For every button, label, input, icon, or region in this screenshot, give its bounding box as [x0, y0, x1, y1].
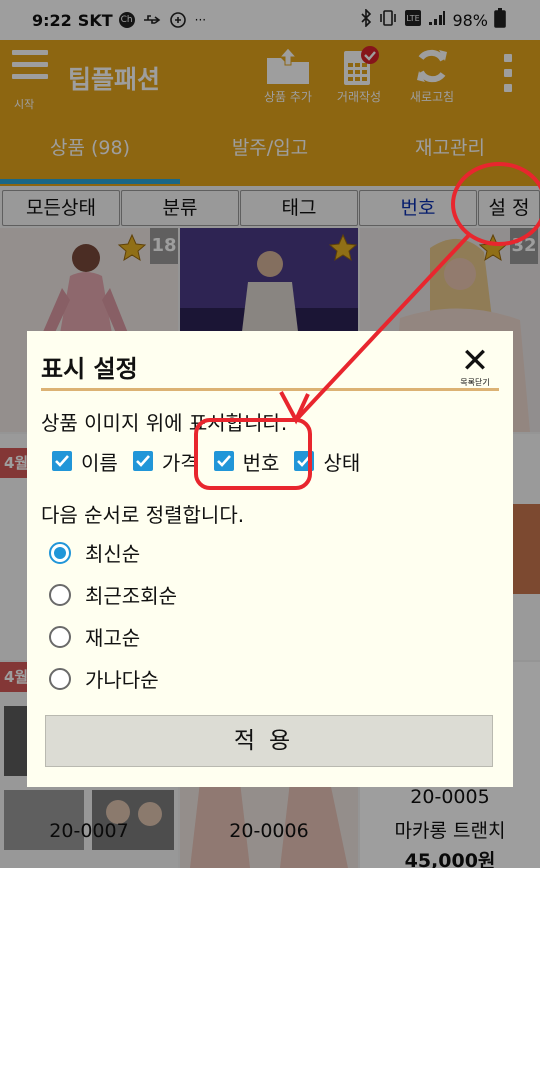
checkbox-checked-icon: [294, 451, 315, 471]
radio-stock[interactable]: 재고순: [49, 622, 140, 651]
display-settings-dialog: 표시 설정 ✕ 목록닫기 상품 이미지 위에 표시합니다. 이름 가격 번호 상…: [27, 331, 513, 787]
radio-unselected-icon: [49, 667, 71, 690]
dialog-title: 표시 설정: [41, 355, 138, 383]
checkbox-name[interactable]: 이름: [51, 447, 118, 476]
display-section-label: 상품 이미지 위에 표시합니다.: [41, 411, 288, 435]
radio-alphabetical-label: 가나다순: [85, 668, 159, 692]
checkbox-status[interactable]: 상태: [293, 447, 360, 476]
checkbox-number[interactable]: 번호: [213, 447, 280, 476]
radio-alphabetical[interactable]: 가나다순: [49, 664, 159, 693]
close-dialog-button[interactable]: ✕ 목록닫기: [453, 341, 497, 387]
radio-newest-label: 최신순: [85, 542, 141, 566]
radio-recent-viewed-label: 최근조회순: [85, 584, 177, 608]
app-screen: 9:22 SKT Ch ··· LTE 98% 시작 팁플패션 상품 추가 거래…: [0, 0, 540, 868]
close-icon: ✕: [460, 341, 490, 381]
radio-selected-icon: [49, 541, 71, 564]
radio-recent-viewed[interactable]: 최근조회순: [49, 580, 177, 609]
radio-unselected-icon: [49, 583, 71, 606]
apply-button[interactable]: 적용: [45, 715, 493, 767]
checkbox-name-label: 이름: [81, 450, 118, 475]
checkbox-status-label: 상태: [323, 450, 361, 475]
checkbox-checked-icon: [213, 451, 234, 471]
radio-newest[interactable]: 최신순: [49, 538, 140, 567]
radio-unselected-icon: [49, 625, 71, 648]
checkbox-price-label: 가격: [161, 450, 199, 475]
checkbox-checked-icon: [52, 451, 72, 471]
checkbox-number-label: 번호: [242, 450, 280, 475]
close-label: 목록닫기: [460, 378, 490, 387]
title-divider: [41, 388, 499, 391]
checkbox-checked-icon: [132, 451, 153, 471]
radio-stock-label: 재고순: [85, 626, 141, 650]
display-options: 이름 가격 번호 상태: [51, 446, 374, 476]
checkbox-price[interactable]: 가격: [132, 447, 199, 476]
sort-section-label: 다음 순서로 정렬합니다.: [41, 503, 245, 527]
